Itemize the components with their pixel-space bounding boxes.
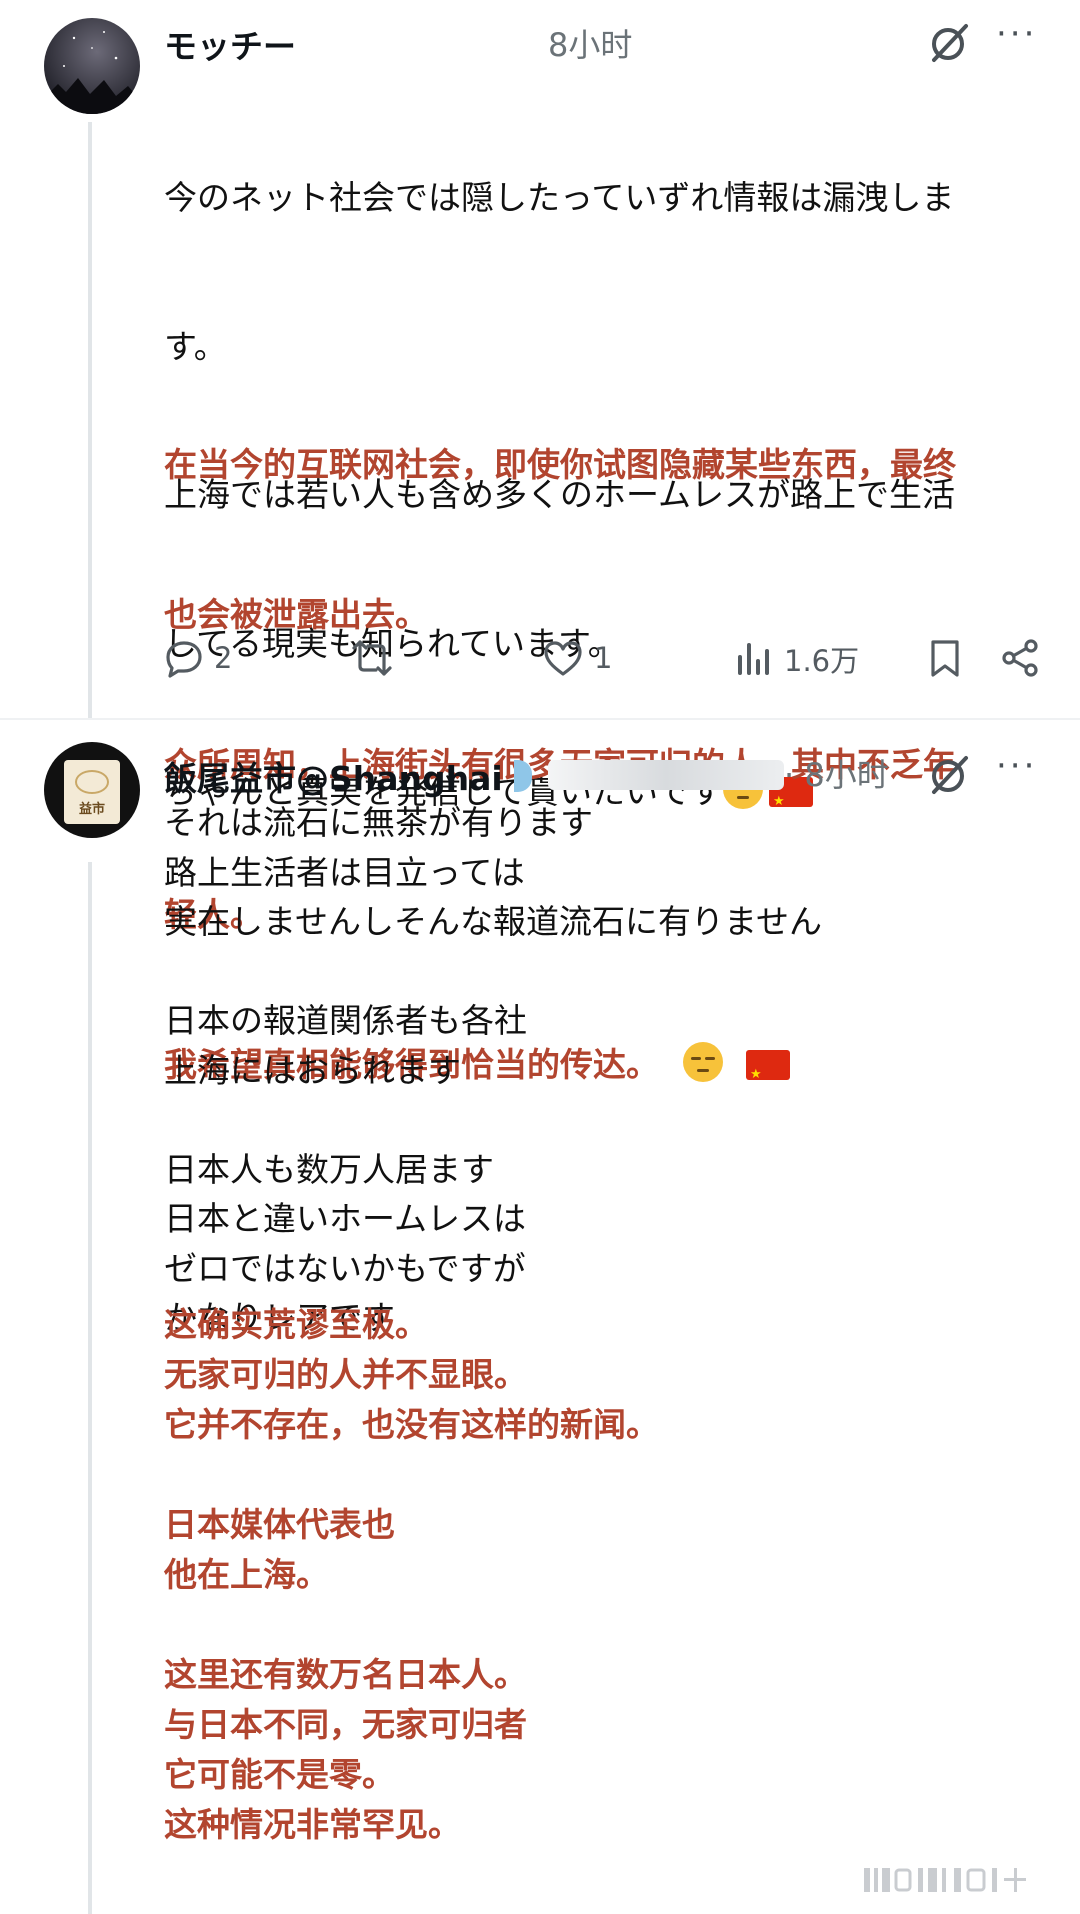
reply-icon xyxy=(166,641,202,678)
more-icon[interactable]: ··· xyxy=(996,746,1037,786)
post-text-original: それは流石に無茶が有ります 路上生活者は目立っては 実在しませんしそんな報道流石… xyxy=(164,803,823,1337)
bookmark-button[interactable] xyxy=(928,638,962,678)
retweet-button[interactable] xyxy=(350,638,404,678)
reply-count: 2 xyxy=(214,641,233,675)
author-name[interactable]: 飯尾益市@Shanghai xyxy=(164,752,503,800)
avatar[interactable] xyxy=(44,18,140,114)
watermark xyxy=(860,1860,1060,1900)
reply-button[interactable]: 2 xyxy=(164,638,232,678)
reply-post-1[interactable]: モッチー 8小时 ··· 今のネット社会では隠したっていずれ情報は漏洩しま す。… xyxy=(0,0,1080,1100)
text-line: 在当今的互联网社会，即使你试图隐藏某些东西，最终 xyxy=(164,445,956,484)
timestamp[interactable]: 8小时 xyxy=(548,20,632,66)
grok-icon[interactable] xyxy=(928,754,970,796)
like-count: 1 xyxy=(594,641,613,675)
thread-line xyxy=(88,122,92,718)
text-line: 也会被泄露出去。 xyxy=(164,595,428,634)
reply-post-2[interactable]: 益市 飯尾益市@Shanghai · 8小时 ··· それは流石に無茶が有ります… xyxy=(0,720,1080,1914)
views-button[interactable]: 1.6万 xyxy=(734,638,859,680)
avatar-emblem xyxy=(75,770,109,794)
avatar[interactable]: 益市 xyxy=(44,742,140,838)
text-line: 今のネット社会では隠したっていずれ情報は漏洩しま xyxy=(164,178,955,217)
views-icon xyxy=(738,643,769,675)
share-icon xyxy=(1002,639,1038,677)
bookmark-icon xyxy=(931,640,959,677)
verified-badge xyxy=(514,760,532,792)
blurred-handle xyxy=(548,760,784,790)
avatar-sign: 益市 xyxy=(64,760,120,824)
post-text-translation: 这确实荒谬至极。 无家可归的人并不显眼。 它并不存在，也没有这样的新闻。 日本媒… xyxy=(164,1305,659,1844)
retweet-icon xyxy=(352,640,392,676)
share-button[interactable] xyxy=(1000,638,1040,678)
like-button[interactable]: 1 xyxy=(542,638,612,678)
avatar-text: 益市 xyxy=(78,802,105,817)
author-name[interactable]: モッチー xyxy=(164,20,296,68)
view-count: 1.6万 xyxy=(784,644,860,678)
thread-line xyxy=(88,862,92,1914)
action-bar: 2 1 1.6万 xyxy=(0,638,1080,698)
timestamp[interactable]: · 8小时 xyxy=(784,750,889,796)
like-icon xyxy=(544,641,582,676)
more-icon[interactable]: ··· xyxy=(996,14,1037,54)
grok-icon[interactable] xyxy=(928,22,970,64)
